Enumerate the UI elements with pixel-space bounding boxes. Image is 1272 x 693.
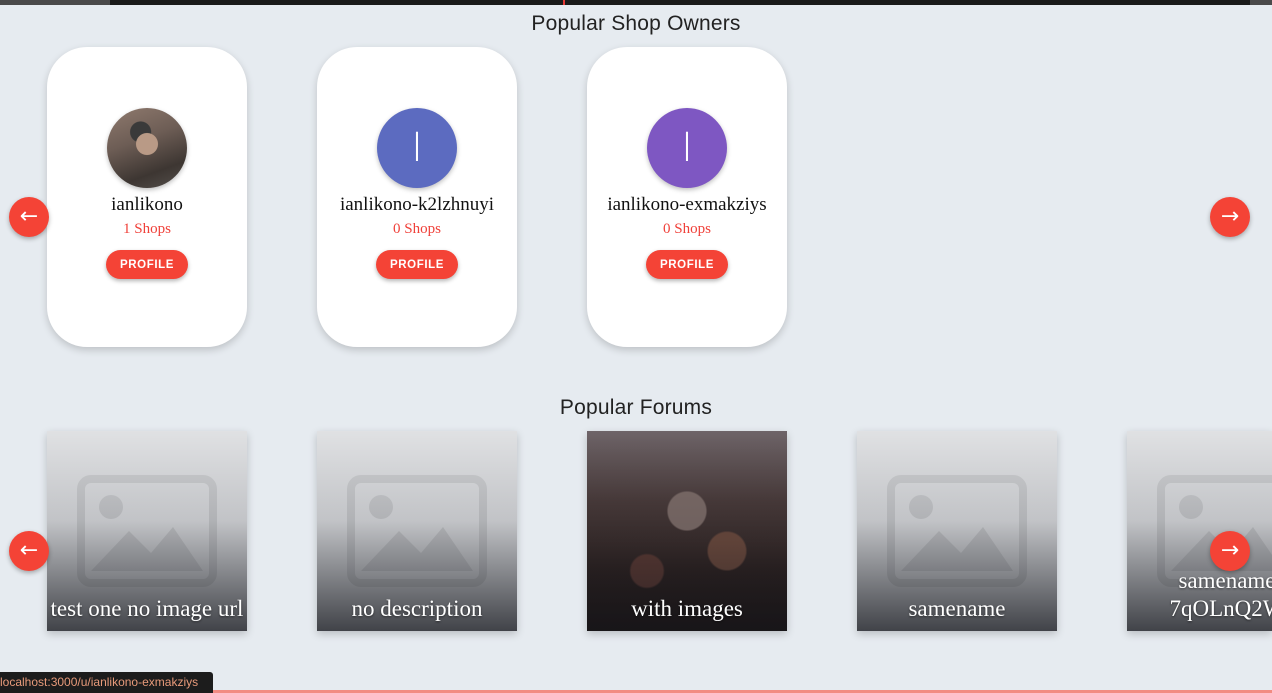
avatar[interactable] bbox=[107, 108, 187, 188]
owner-card[interactable]: ianlikono 1 Shops PROFILE bbox=[47, 47, 247, 347]
forum-card[interactable]: no description bbox=[317, 431, 517, 631]
owner-name[interactable]: ianlikono-k2lzhnuyi bbox=[317, 194, 517, 216]
owners-prev-button[interactable]: ← bbox=[9, 197, 49, 237]
arrow-right-icon: → bbox=[1220, 538, 1240, 563]
top-bar-segment bbox=[1250, 0, 1272, 5]
profile-button[interactable]: PROFILE bbox=[376, 250, 458, 279]
forum-card[interactable]: test one no image url bbox=[47, 431, 247, 631]
forum-card[interactable]: samename bbox=[857, 431, 1057, 631]
forum-title[interactable]: samename bbox=[857, 595, 1057, 623]
owners-section-title: Popular Shop Owners bbox=[531, 12, 741, 35]
owner-name[interactable]: ianlikono bbox=[47, 194, 247, 216]
top-bar bbox=[0, 0, 1272, 5]
profile-button[interactable]: PROFILE bbox=[106, 250, 188, 279]
arrow-right-icon: → bbox=[1220, 204, 1240, 229]
avatar[interactable]: I bbox=[647, 108, 727, 188]
owner-card[interactable]: I ianlikono-exmakziys 0 Shops PROFILE bbox=[587, 47, 787, 347]
forum-title[interactable]: test one no image url bbox=[47, 595, 247, 623]
owner-shop-count: 1 Shops bbox=[123, 221, 171, 237]
forums-section-title: Popular Forums bbox=[559, 396, 713, 419]
arrow-left-icon: ← bbox=[19, 204, 39, 229]
owners-next-button[interactable]: → bbox=[1210, 197, 1250, 237]
owner-shop-count: 0 Shops bbox=[663, 221, 711, 237]
status-bar-url: localhost:3000/u/ianlikono-exmakziys bbox=[0, 672, 213, 693]
avatar[interactable]: I bbox=[377, 108, 457, 188]
top-bar-marker bbox=[563, 0, 565, 5]
forums-prev-button[interactable]: ← bbox=[9, 531, 49, 571]
forum-title[interactable]: no description bbox=[317, 595, 517, 623]
forum-title[interactable]: with images bbox=[587, 595, 787, 623]
forum-card[interactable]: samename 7qOLnQ2W bbox=[1127, 431, 1272, 631]
forums-next-button[interactable]: → bbox=[1210, 531, 1250, 571]
forum-card[interactable]: with images bbox=[587, 431, 787, 631]
owner-shop-count: 0 Shops bbox=[393, 221, 441, 237]
arrow-left-icon: ← bbox=[19, 538, 39, 563]
top-bar-segment bbox=[0, 0, 110, 5]
forum-title[interactable]: samename 7qOLnQ2W bbox=[1127, 567, 1272, 623]
owner-card[interactable]: I ianlikono-k2lzhnuyi 0 Shops PROFILE bbox=[317, 47, 517, 347]
owner-name[interactable]: ianlikono-exmakziys bbox=[587, 194, 787, 216]
profile-button[interactable]: PROFILE bbox=[646, 250, 728, 279]
